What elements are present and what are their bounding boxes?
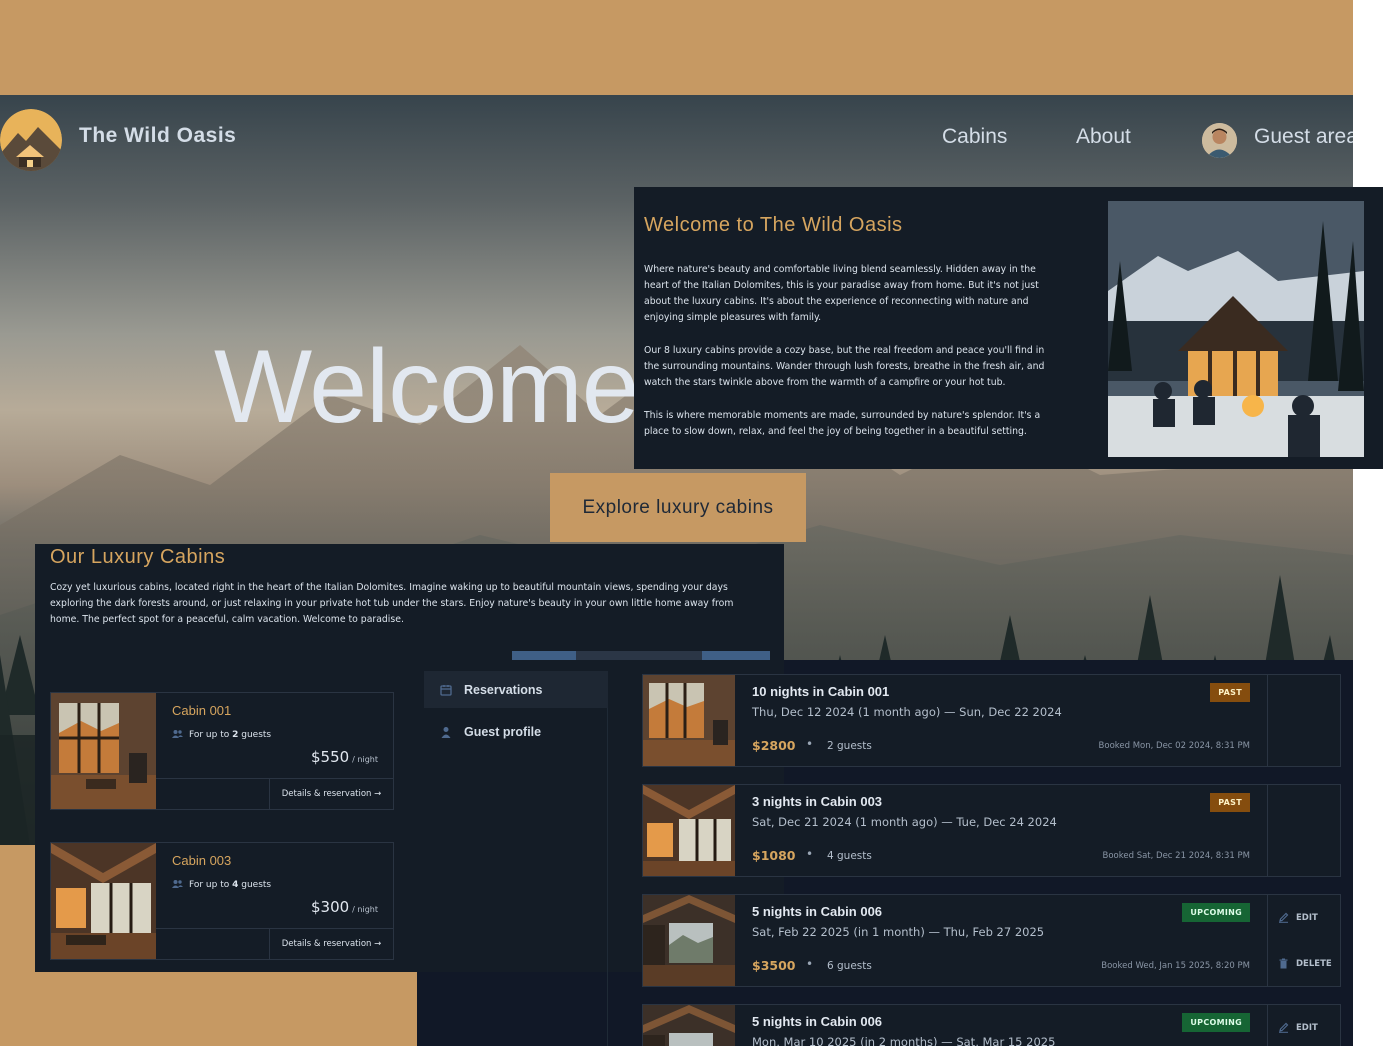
cabins-title: Our Luxury Cabins: [50, 546, 226, 568]
cabin-name: Cabin 001: [172, 703, 232, 718]
reservation-dates: Mon, Mar 10 2025 (in 2 months) — Sat, Ma…: [752, 1035, 1056, 1046]
reservation-dates: Thu, Dec 12 2024 (1 month ago) — Sun, De…: [752, 705, 1062, 719]
delete-reservation-button[interactable]: DELETE: [1278, 958, 1332, 969]
reservation-card: 3 nights in Cabin 003 Sat, Dec 21 2024 (…: [642, 784, 1341, 877]
cabin-card: Cabin 001 For up to 2 guests $550/ night…: [50, 692, 394, 810]
pencil-icon: [1278, 1022, 1289, 1033]
reservation-price: $1080: [752, 848, 796, 863]
pencil-icon: [1278, 912, 1289, 923]
reservation-title: 5 nights in Cabin 006: [752, 1014, 883, 1029]
edit-reservation-button[interactable]: EDIT: [1278, 912, 1318, 923]
calendar-icon: [440, 684, 452, 696]
users-icon: [172, 729, 183, 742]
reservation-price: $3500: [752, 958, 796, 973]
cabin-card: Cabin 003 For up to 4 guests $300/ night…: [50, 842, 394, 960]
separator-dot: •: [806, 737, 814, 751]
reservation-guests: 4 guests: [827, 850, 872, 862]
reservation-actions: [1267, 785, 1340, 876]
nav-link-about[interactable]: About: [1076, 125, 1131, 149]
reservation-title: 10 nights in Cabin 001: [752, 684, 890, 699]
about-paragraph-2: Our 8 luxury cabins provide a cozy base,…: [644, 345, 1045, 388]
reservation-guests: 2 guests: [827, 740, 872, 752]
reservation-cabin-image: [643, 1005, 735, 1046]
guest-avatar[interactable]: [1202, 123, 1237, 158]
reservation-booked-date: Booked Sat, Dec 21 2024, 8:31 PM: [1102, 851, 1250, 861]
reservation-price: $2800: [752, 738, 796, 753]
reservation-card: 5 nights in Cabin 006 Mon, Mar 10 2025 (…: [642, 1004, 1341, 1046]
reservation-cabin-image: [643, 675, 735, 766]
status-badge: UPCOMING: [1182, 1013, 1250, 1032]
about-panel: Welcome to The Wild Oasis Where nature's…: [634, 187, 1383, 469]
account-sidebar: Reservations Guest profile: [424, 671, 608, 1046]
explore-cabins-button[interactable]: Explore luxury cabins: [550, 473, 806, 542]
status-badge: PAST: [1210, 793, 1250, 812]
trash-icon: [1278, 958, 1289, 969]
reservation-title: 5 nights in Cabin 006: [752, 904, 883, 919]
user-icon: [440, 726, 452, 738]
details-reservation-link[interactable]: Details & reservation →: [269, 928, 393, 959]
sidebar-item-reservations[interactable]: Reservations: [424, 671, 608, 708]
about-paragraph-3: This is where memorable moments are made…: [644, 410, 1041, 437]
reservation-dates: Sat, Dec 21 2024 (1 month ago) — Tue, De…: [752, 815, 1057, 829]
details-reservation-link[interactable]: Details & reservation →: [269, 778, 393, 809]
about-paragraph-1: Where nature's beauty and comfortable li…: [644, 264, 1039, 323]
brand-name[interactable]: The Wild Oasis: [79, 124, 236, 148]
status-badge: PAST: [1210, 683, 1250, 702]
top-background: [0, 0, 1353, 95]
cabin-name: Cabin 003: [172, 853, 232, 868]
reservation-title: 3 nights in Cabin 003: [752, 794, 883, 809]
nav-link-guest-area[interactable]: Guest area: [1254, 125, 1353, 149]
reservation-actions: EDIT DELETE: [1267, 895, 1340, 986]
separator-dot: •: [806, 957, 814, 971]
reservation-card: 10 nights in Cabin 001 Thu, Dec 12 2024 …: [642, 674, 1341, 767]
cabins-description: Cozy yet luxurious cabins, located right…: [50, 582, 734, 625]
cabin-campfire-image: [1108, 201, 1364, 457]
reservation-card: 5 nights in Cabin 006 Sat, Feb 22 2025 (…: [642, 894, 1341, 987]
reservation-guests: 6 guests: [827, 960, 872, 972]
separator-dot: •: [806, 847, 814, 861]
cabin-price: $300/ night: [310, 898, 378, 916]
users-icon: [172, 879, 183, 892]
reservation-cabin-image: [643, 895, 735, 986]
cabin-capacity: For up to 4 guests: [172, 879, 271, 892]
nav-link-cabins[interactable]: Cabins: [942, 125, 1007, 149]
status-badge: UPCOMING: [1182, 903, 1250, 922]
cabin-image: [51, 693, 156, 809]
sidebar-item-guest-profile[interactable]: Guest profile: [424, 713, 608, 750]
reservation-cabin-image: [643, 785, 735, 876]
about-title: Welcome to The Wild Oasis: [644, 214, 903, 236]
reservation-dates: Sat, Feb 22 2025 (in 1 month) — Thu, Feb…: [752, 925, 1045, 939]
reservation-actions: [1267, 675, 1340, 766]
cabin-capacity: For up to 2 guests: [172, 729, 271, 742]
hero-title: Welcome: [214, 329, 640, 445]
logo-icon[interactable]: [0, 109, 62, 171]
edit-reservation-button[interactable]: EDIT: [1278, 1022, 1318, 1033]
reservation-booked-date: Booked Mon, Dec 02 2024, 8:31 PM: [1098, 741, 1250, 751]
reservation-booked-date: Booked Wed, Jan 15 2025, 8:20 PM: [1101, 961, 1250, 971]
cabin-price: $550/ night: [310, 748, 378, 766]
cabin-filter[interactable]: [512, 651, 770, 660]
cabin-image: [51, 843, 156, 959]
reservation-actions: EDIT: [1267, 1005, 1340, 1046]
